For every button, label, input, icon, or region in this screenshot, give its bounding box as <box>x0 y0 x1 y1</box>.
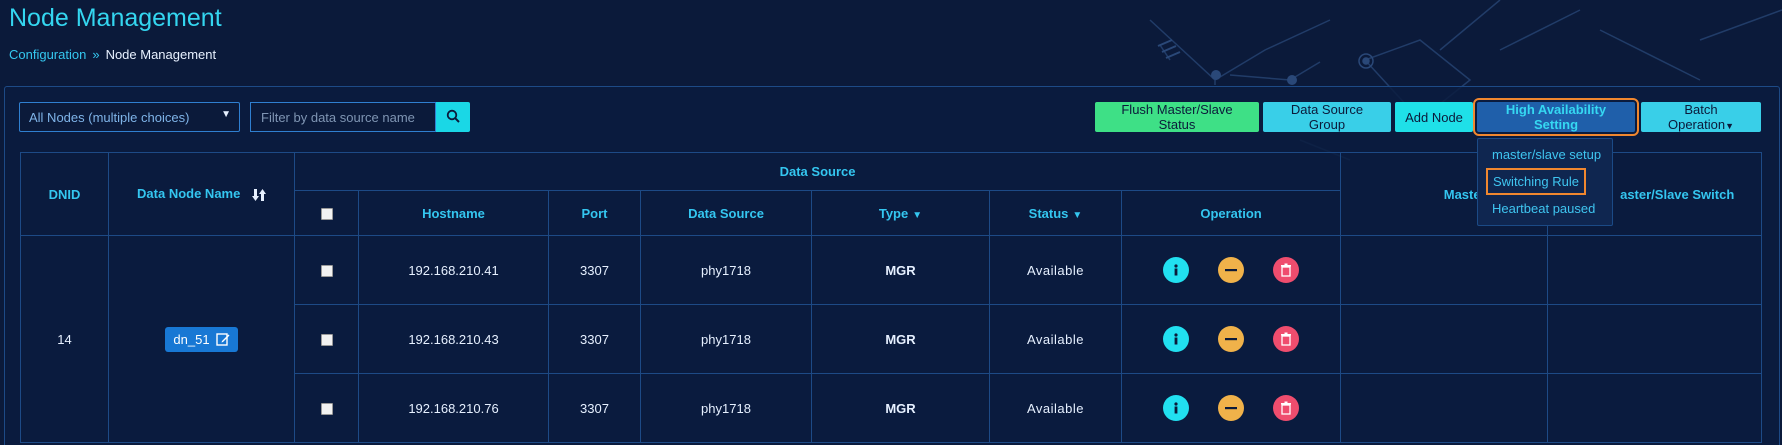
info-icon[interactable] <box>1163 395 1190 421</box>
operation-cell <box>1120 373 1342 443</box>
trash-icon[interactable] <box>1273 395 1300 421</box>
row-checkbox-cell[interactable] <box>294 304 359 374</box>
select-all-checkbox[interactable] <box>320 208 333 221</box>
header-node-name[interactable]: Data Node Name <box>108 152 295 236</box>
hostname-cell: 192.168.210.76 <box>358 373 549 443</box>
node-name-label: dn_51 <box>173 331 210 347</box>
menu-item-heartbeat-paused[interactable]: Heartbeat paused <box>1492 201 1595 216</box>
batch-operation-label: Batch Operation <box>1667 102 1726 132</box>
minus-icon[interactable] <box>1218 257 1245 283</box>
caret-down-icon: ▼ <box>221 109 231 120</box>
master-slave-status-cell <box>1340 235 1549 305</box>
menu-item-switching-rule[interactable]: Switching Rule <box>1486 168 1586 195</box>
operation-cell <box>1120 235 1342 305</box>
data-source-group-button[interactable]: Data Source Group <box>1263 102 1391 132</box>
minus-icon[interactable] <box>1218 326 1245 352</box>
info-icon[interactable] <box>1163 257 1190 283</box>
caret-down-icon: ▼ <box>1072 209 1083 221</box>
master-slave-status-cell <box>1340 373 1549 443</box>
trash-icon[interactable] <box>1273 257 1300 283</box>
port-cell: 3307 <box>548 235 641 305</box>
page-title: Node Management <box>9 4 222 32</box>
node-name-tag[interactable]: dn_51 <box>165 326 238 352</box>
breadcrumb: Configuration » Node Management <box>9 47 216 62</box>
table-row: 14 dn_51 192.168.210.41 3307 phy1718 MGR… <box>20 235 1763 443</box>
data-source-cell: phy1718 <box>640 304 812 374</box>
node-name-cell: dn_51 <box>108 235 295 443</box>
breadcrumb-link-configuration[interactable]: Configuration <box>9 47 86 62</box>
status-cell: Available <box>989 304 1122 374</box>
header-status-label: Status <box>1028 205 1069 221</box>
caret-down-icon: ▼ <box>1725 121 1734 131</box>
row-checkbox[interactable] <box>320 403 333 416</box>
search-button[interactable] <box>436 102 470 132</box>
row-checkbox-cell[interactable] <box>294 373 359 443</box>
info-icon[interactable] <box>1163 326 1190 352</box>
hostname-cell: 192.168.210.43 <box>358 304 549 374</box>
search-input[interactable] <box>250 102 436 132</box>
header-dnid: DNID <box>20 152 109 236</box>
header-hostname: Hostname <box>358 190 549 236</box>
port-cell: 3307 <box>548 304 641 374</box>
search-icon <box>446 109 460 123</box>
minus-icon[interactable] <box>1218 395 1245 421</box>
master-slave-switch-cell <box>1547 373 1763 443</box>
trash-icon[interactable] <box>1273 326 1300 352</box>
add-node-button[interactable]: Add Node <box>1395 102 1473 132</box>
header-node-name-label: Data Node Name <box>137 186 241 202</box>
breadcrumb-separator-icon: » <box>92 47 100 62</box>
master-slave-status-cell <box>1340 304 1549 374</box>
node-select-value: All Nodes (multiple choices) <box>29 110 190 125</box>
header-port: Port <box>548 190 641 236</box>
header-data-source: Data Source <box>640 190 812 236</box>
type-cell: MGR <box>811 304 990 374</box>
status-cell: Available <box>989 373 1122 443</box>
caret-down-icon: ▼ <box>912 209 923 221</box>
batch-operation-button[interactable]: Batch Operation▼ <box>1641 102 1761 132</box>
sort-icon[interactable] <box>251 188 266 202</box>
port-cell: 3307 <box>548 373 641 443</box>
high-availability-setting-button[interactable]: High Availability Setting <box>1473 98 1639 136</box>
master-slave-switch-cell <box>1547 235 1763 305</box>
header-operation: Operation <box>1120 190 1342 236</box>
data-source-cell: phy1718 <box>640 373 812 443</box>
node-select-dropdown[interactable]: All Nodes (multiple choices) ▼ <box>19 102 240 132</box>
edit-icon[interactable] <box>215 332 230 346</box>
hostname-cell: 192.168.210.41 <box>358 235 549 305</box>
row-checkbox[interactable] <box>320 334 333 347</box>
breadcrumb-current: Node Management <box>105 47 217 62</box>
master-slave-switch-cell <box>1547 304 1763 374</box>
data-source-cell: phy1718 <box>640 235 812 305</box>
row-checkbox[interactable] <box>320 265 333 278</box>
header-select-all[interactable] <box>294 190 359 236</box>
status-cell: Available <box>989 235 1122 305</box>
flush-master-slave-button[interactable]: Flush Master/Slave Status <box>1095 102 1259 132</box>
header-type[interactable]: Type ▼ <box>811 190 990 236</box>
dnid-cell: 14 <box>20 235 109 443</box>
header-data-source-group: Data Source <box>293 152 1342 191</box>
menu-item-master-slave-setup[interactable]: master/slave setup <box>1492 147 1601 162</box>
header-status[interactable]: Status ▼ <box>989 190 1122 236</box>
type-cell: MGR <box>811 373 990 443</box>
operation-cell <box>1120 304 1342 374</box>
type-cell: MGR <box>811 235 990 305</box>
ha-dropdown-menu: master/slave setup Switching Rule Heartb… <box>1477 138 1613 226</box>
header-type-label: Type <box>878 205 909 221</box>
row-checkbox-cell[interactable] <box>294 235 359 305</box>
